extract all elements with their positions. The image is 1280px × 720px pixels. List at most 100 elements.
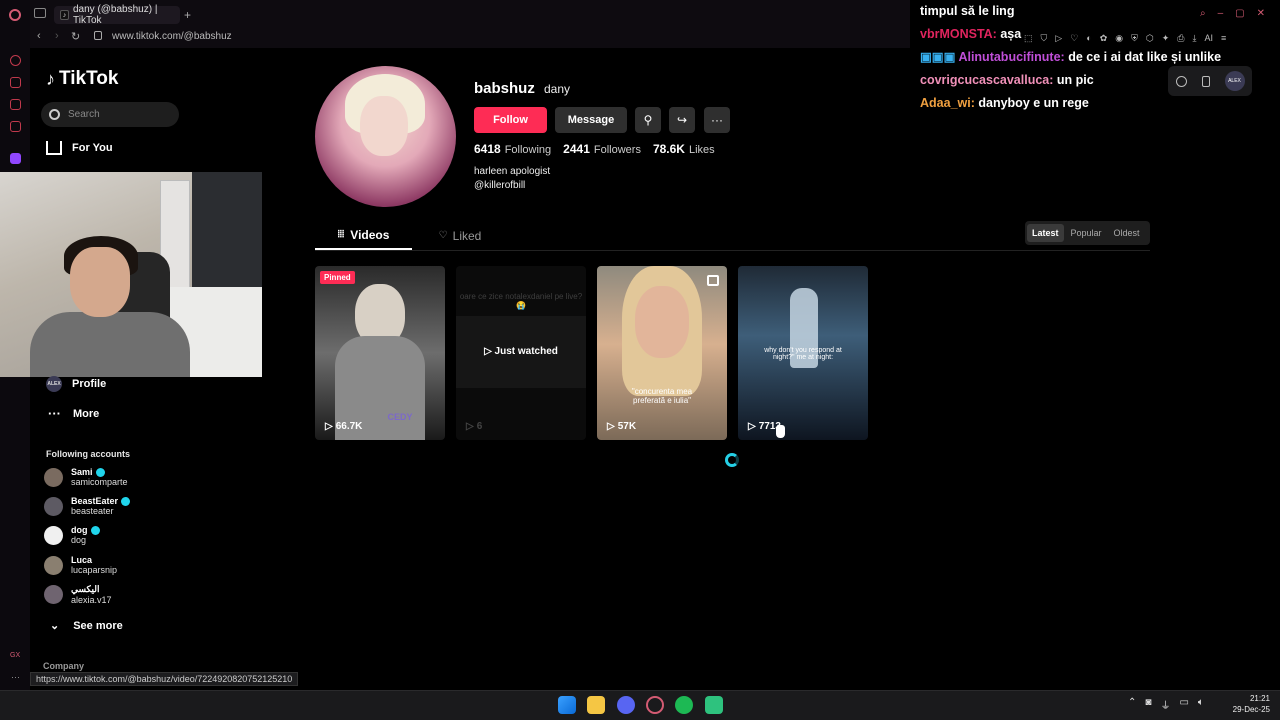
- spotify-icon[interactable]: [675, 696, 693, 714]
- windows-start-icon[interactable]: [558, 696, 576, 714]
- sort-oldest[interactable]: Oldest: [1109, 224, 1145, 242]
- liked-hidden-icon: ♡: [438, 230, 448, 241]
- video-card[interactable]: "concurenta mea preferată e iulia" ▷ 57K: [597, 266, 727, 440]
- new-tab-button[interactable]: +: [184, 8, 191, 22]
- video-caption: why don't you respond at night?" me at n…: [764, 347, 842, 361]
- sidebar-more-icon[interactable]: ···: [11, 672, 20, 682]
- account-name: اليكسي: [71, 584, 100, 594]
- back-icon[interactable]: ‹: [37, 30, 41, 42]
- nav-for-you[interactable]: For You: [46, 141, 113, 155]
- gx-icon[interactable]: GX: [10, 652, 20, 659]
- more-dots-icon: ···: [48, 406, 61, 421]
- tab-label: Videos: [350, 227, 390, 242]
- bio-link[interactable]: @killerofbill: [474, 180, 525, 191]
- opera-gx-icon[interactable]: [646, 696, 664, 714]
- loading-spinner: [725, 453, 739, 467]
- webcam-overlay: [0, 172, 262, 377]
- video-card[interactable]: oare ce zice notalexdaniel pe live?😭 ▷ J…: [456, 266, 586, 440]
- profile-nickname: dany: [544, 82, 571, 96]
- view-count: ▷ 57K: [607, 421, 637, 432]
- following-stat[interactable]: 6418 Following: [474, 142, 551, 156]
- company-link[interactable]: Company: [43, 661, 84, 671]
- discord-icon[interactable]: [617, 696, 635, 714]
- volume-icon[interactable]: 🔈︎: [1198, 697, 1204, 712]
- following-account[interactable]: dog dog: [44, 525, 100, 545]
- message-button[interactable]: Message: [555, 107, 627, 133]
- profile-avatar: [315, 66, 456, 207]
- tab-videos[interactable]: ⦙⦙⦙ Videos: [315, 221, 412, 250]
- tiktok-favicon-icon: ♪: [60, 10, 69, 20]
- following-account[interactable]: BeastEater beasteater: [44, 496, 131, 516]
- see-more-label: See more: [73, 619, 123, 632]
- play-icon: ▷: [607, 421, 615, 432]
- hand-cursor-icon: [776, 425, 785, 438]
- avatar: [44, 555, 63, 575]
- verified-icon: [121, 496, 131, 506]
- share-icon[interactable]: ↪: [669, 107, 695, 133]
- nav-profile[interactable]: ALEX Profile: [46, 376, 106, 392]
- followers-stat[interactable]: 2441 Followers: [563, 142, 641, 156]
- photo-carousel-icon: [707, 275, 719, 286]
- tiktok-logo[interactable]: ♪ TikTok: [46, 68, 118, 90]
- account-name: Sami: [71, 467, 93, 477]
- play-icon: ▷: [325, 421, 333, 432]
- follow-button[interactable]: Follow: [474, 107, 547, 133]
- verified-icon: [90, 525, 100, 535]
- tab-label: Liked: [452, 228, 482, 243]
- aria-icon[interactable]: [10, 77, 21, 88]
- tab-liked[interactable]: ♡ Liked: [420, 221, 500, 250]
- following-accounts-heading: Following accounts: [46, 449, 131, 459]
- chevron-up-icon[interactable]: ⌃: [1128, 697, 1136, 712]
- nav-more[interactable]: ··· More: [48, 406, 99, 421]
- nav-label: For You: [72, 142, 113, 154]
- see-more-button[interactable]: ⌄ See more: [50, 619, 123, 633]
- search-input[interactable]: [68, 109, 168, 120]
- url-field[interactable]: www.tiktok.com/@babshuz: [112, 31, 232, 42]
- tab-menu-icon[interactable]: [34, 8, 46, 18]
- video-card[interactable]: Pinned CEDY ▷ 66.7K: [315, 266, 445, 440]
- stream-chat: timpul să le ling vbrMONSTA: așa ▣▣▣ Ali…: [920, 0, 1280, 115]
- app-icon[interactable]: [705, 696, 723, 714]
- account-name: BeastEater: [71, 496, 119, 506]
- chat-message: timpul să le ling: [920, 4, 1015, 18]
- network-icon[interactable]: ▭: [1179, 697, 1188, 712]
- history-icon[interactable]: [10, 55, 21, 66]
- account-user: dog: [71, 535, 87, 545]
- following-account[interactable]: Luca lucaparsnip: [44, 555, 117, 575]
- video-card[interactable]: why don't you respond at night?" me at n…: [738, 266, 868, 440]
- avatar: [44, 467, 63, 487]
- pinboard-icon[interactable]: [10, 99, 21, 110]
- sort-popular[interactable]: Popular: [1066, 224, 1107, 242]
- clock[interactable]: 21:21 29-Dec-25: [1226, 693, 1270, 715]
- bio-line: harleen apologist: [474, 166, 551, 177]
- browser-tab[interactable]: ♪ dany (@babshuz) | TikTok: [54, 4, 180, 26]
- following-account[interactable]: Sami samicomparte: [44, 467, 128, 487]
- avatar: [44, 496, 63, 516]
- nav-label: Profile: [72, 378, 107, 390]
- account-user: beasteater: [71, 506, 114, 516]
- search-icon: [49, 109, 60, 120]
- grid-icon: ⦙⦙⦙: [337, 229, 345, 240]
- discord-tray-icon[interactable]: ◙: [1145, 697, 1151, 712]
- opera-logo-icon[interactable]: [9, 9, 21, 21]
- verified-icon: [95, 467, 105, 477]
- chat-message: vbrMONSTA: așa: [920, 27, 1022, 41]
- microphone-icon[interactable]: ⏚: [1160, 697, 1170, 712]
- chat-message: Adaa_wi: danyboy e un rege: [920, 96, 1089, 110]
- search-box[interactable]: [41, 102, 179, 127]
- sort-latest[interactable]: Latest: [1027, 224, 1064, 242]
- mail-icon[interactable]: [10, 121, 21, 132]
- account-user: samicomparte: [71, 477, 128, 487]
- file-explorer-icon[interactable]: [587, 696, 605, 714]
- just-watched-label: ▷ Just watched: [484, 346, 558, 357]
- following-account[interactable]: اليكسي alexia.v17: [44, 584, 112, 605]
- avatar: [44, 585, 63, 604]
- tiktok-wordmark: TikTok: [59, 68, 119, 89]
- reload-icon[interactable]: ↻: [71, 30, 80, 43]
- more-options-icon[interactable]: ···: [704, 107, 730, 133]
- tiktok-note-icon: ♪: [46, 68, 55, 89]
- add-friend-icon[interactable]: ⚲: [635, 107, 661, 133]
- chat-message: ▣▣▣ Alinutabucifinute: de ce i ai dat li…: [920, 50, 1222, 64]
- forward-icon[interactable]: ›: [55, 30, 59, 42]
- twitch-icon[interactable]: [10, 153, 21, 164]
